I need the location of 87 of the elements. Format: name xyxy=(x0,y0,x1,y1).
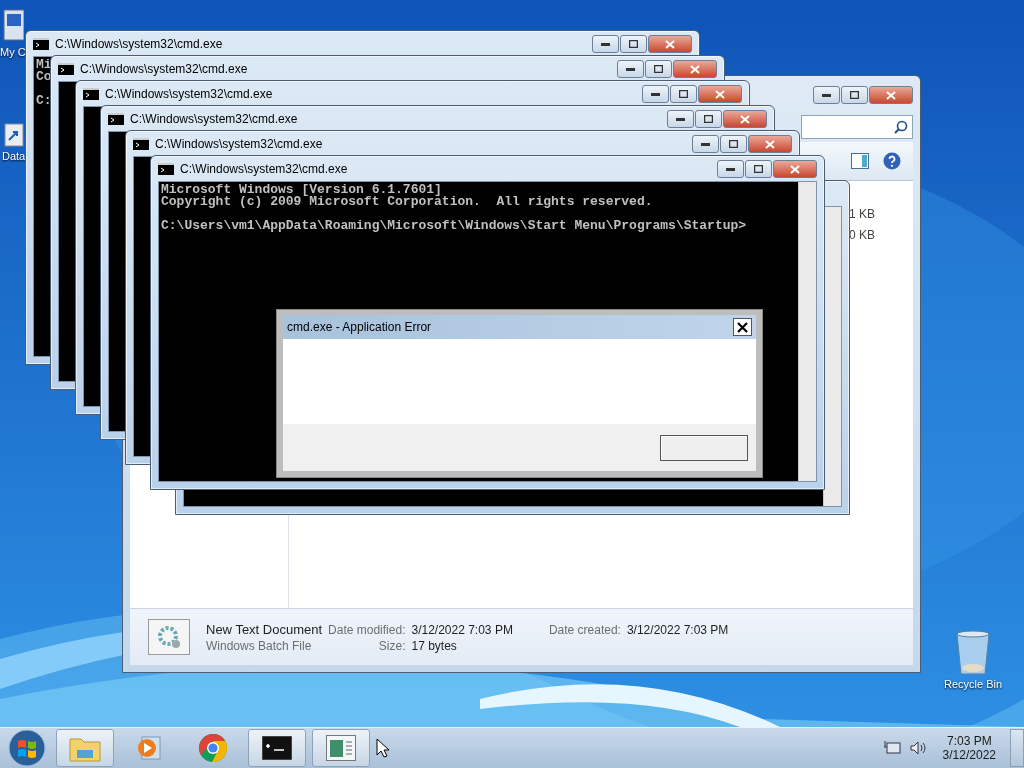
field-value: 3/12/2022 7:03 PM xyxy=(411,622,513,637)
help-icon[interactable] xyxy=(883,152,901,170)
field-label: Date modified: xyxy=(328,622,406,637)
maximize-button[interactable] xyxy=(720,135,747,153)
minimize-icon xyxy=(626,67,635,71)
field-label: Date created: xyxy=(548,622,621,637)
scrollbar[interactable] xyxy=(798,182,816,481)
window-title: C:\Windows\system32\cmd.exe xyxy=(180,161,349,176)
shortcut-icon xyxy=(2,120,25,148)
minimize-icon xyxy=(822,93,831,97)
console-line: Copyright (c) 2009 Microsoft Corporation. All rights reserved. xyxy=(161,196,653,208)
close-icon xyxy=(740,114,750,124)
maximize-button[interactable] xyxy=(645,60,672,78)
play-icon xyxy=(136,735,162,761)
window-title: C:\Windows\system32\cmd.exe xyxy=(80,61,249,76)
console-line: Microsoft Windows [Version 6.1.7601] xyxy=(161,184,442,196)
preview-pane-icon[interactable] xyxy=(851,153,869,169)
cursor-icon xyxy=(376,738,390,758)
minimize-icon xyxy=(601,42,610,46)
window-title: C:\Windows\system32\cmd.exe xyxy=(55,36,224,51)
gear-icon xyxy=(156,624,182,650)
dialog-title: cmd.exe - Application Error xyxy=(287,320,432,334)
maximize-icon xyxy=(629,40,638,48)
browser-icon xyxy=(198,733,228,763)
close-icon xyxy=(715,89,725,99)
windows-logo-icon xyxy=(8,729,46,767)
icon-label: My C xyxy=(0,46,26,58)
console-icon xyxy=(262,736,292,760)
clock[interactable]: 7:03 PM 3/12/2022 xyxy=(942,734,996,762)
maximize-icon xyxy=(754,165,763,173)
field-value: 17 bytes xyxy=(411,638,458,653)
minimize-button[interactable] xyxy=(717,160,744,178)
search-field[interactable] xyxy=(801,115,913,139)
close-icon xyxy=(886,90,896,100)
maximize-icon xyxy=(679,90,688,98)
minimize-icon xyxy=(676,117,685,121)
close-icon xyxy=(737,321,748,333)
close-icon xyxy=(665,39,675,49)
maximize-button[interactable] xyxy=(841,86,868,104)
console-icon xyxy=(33,37,49,50)
window-icon xyxy=(326,735,356,761)
maximize-button[interactable] xyxy=(670,85,697,103)
console-icon xyxy=(133,137,149,150)
console-icon xyxy=(83,87,99,100)
maximize-icon xyxy=(704,115,713,123)
minimize-button[interactable] xyxy=(642,85,669,103)
close-button[interactable] xyxy=(733,318,752,336)
file-size: 0 KB xyxy=(849,227,875,244)
minimize-icon xyxy=(701,142,710,146)
window-title: C:\Windows\system32\cmd.exe xyxy=(155,136,324,151)
field-label: Size: xyxy=(377,638,406,653)
dialog-button[interactable] xyxy=(660,434,748,461)
minimize-button[interactable] xyxy=(592,35,619,53)
console-icon xyxy=(108,112,124,125)
maximize-icon xyxy=(654,65,663,73)
minimize-icon xyxy=(726,167,735,171)
minimize-button[interactable] xyxy=(617,60,644,78)
file-size: 1 KB xyxy=(849,206,875,223)
minimize-icon xyxy=(651,92,660,96)
network-icon[interactable] xyxy=(882,740,901,756)
window-title: C:\Windows\system32\cmd.exe xyxy=(130,111,299,126)
close-icon xyxy=(690,64,700,74)
minimize-button[interactable] xyxy=(813,86,840,104)
minimize-button[interactable] xyxy=(667,110,694,128)
console-line: C:\Users\vm1\AppData\Roaming\Microsoft\Windows\Start Menu\Programs\Startup> xyxy=(161,220,747,232)
close-icon xyxy=(765,139,775,149)
file-name: New Text Document xyxy=(206,621,323,637)
maximize-icon xyxy=(729,140,738,148)
console-line: Mi xyxy=(36,59,52,71)
taskbar-button[interactable] xyxy=(248,729,306,767)
console-icon xyxy=(158,162,174,175)
search-icon xyxy=(894,120,908,134)
file-type: Windows Batch File xyxy=(206,638,313,653)
window-title: C:\Windows\system32\cmd.exe xyxy=(105,86,274,101)
close-icon xyxy=(790,164,800,174)
maximize-button[interactable] xyxy=(620,35,647,53)
minimize-button[interactable] xyxy=(692,135,719,153)
volume-icon[interactable] xyxy=(908,740,927,756)
computer-icon xyxy=(1,8,24,44)
console-line: C: xyxy=(36,95,52,107)
field-value: 3/12/2022 7:03 PM xyxy=(626,622,729,637)
maximize-button[interactable] xyxy=(745,160,772,178)
icon-label: Recycle Bin xyxy=(944,678,1003,690)
icon-label: Data xyxy=(2,150,26,162)
console-icon xyxy=(58,62,74,75)
maximize-button[interactable] xyxy=(695,110,722,128)
maximize-icon xyxy=(850,91,859,99)
